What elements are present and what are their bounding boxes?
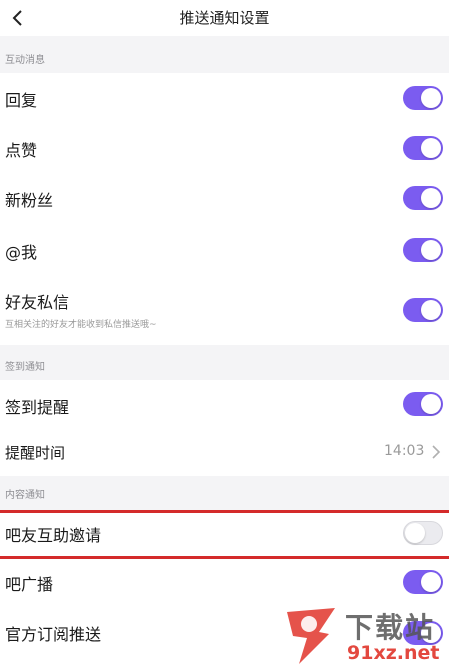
- new-fans-toggle[interactable]: [403, 186, 443, 210]
- chevron-right-icon: [432, 445, 441, 459]
- section-title: 内容通知: [5, 490, 45, 501]
- reminder-time-value: 14:03: [384, 443, 425, 459]
- setting-description: 互相关注的好友才能收到私信推送哦~: [5, 320, 157, 330]
- watermark-url: 91xz.net: [347, 642, 440, 664]
- setting-label: 点赞: [5, 141, 38, 160]
- setting-label: 官方订阅推送: [5, 625, 102, 644]
- bar-broadcast-toggle[interactable]: [403, 570, 443, 594]
- setting-row-bar-invite[interactable]: 吧友互助邀请: [0, 513, 449, 556]
- setting-row-like[interactable]: 点赞: [0, 123, 449, 173]
- watermark-title: 下载站: [345, 611, 436, 644]
- page-title: 推送通知设置: [179, 9, 270, 27]
- checkin-reminder-toggle[interactable]: [403, 392, 443, 416]
- section-title: 互动消息: [5, 55, 45, 66]
- toggle-knob: [421, 394, 441, 414]
- site-watermark: 下载站 91xz.net: [279, 604, 449, 668]
- toggle-knob: [405, 523, 425, 543]
- setting-row-reminder-time[interactable]: 提醒时间 14:03: [0, 428, 449, 476]
- setting-label: 回复: [5, 91, 38, 110]
- setting-row-reply[interactable]: 回复: [0, 73, 449, 123]
- setting-row-checkin-reminder[interactable]: 签到提醒: [0, 380, 449, 428]
- watermark-logo-icon: [287, 608, 335, 664]
- nav-header: 推送通知设置: [0, 0, 449, 36]
- setting-row-new-fans[interactable]: 新粉丝: [0, 173, 449, 223]
- mention-toggle[interactable]: [403, 238, 443, 262]
- setting-label: 提醒时间: [5, 444, 66, 462]
- section-title: 签到通知: [5, 362, 45, 373]
- toggle-knob: [421, 572, 441, 592]
- setting-label: 好友私信: [5, 293, 70, 312]
- toggle-knob: [421, 240, 441, 260]
- toggle-knob: [421, 300, 441, 320]
- section-header-interaction: 互动消息: [0, 36, 449, 73]
- toggle-knob: [421, 188, 441, 208]
- setting-row-friend-dm[interactable]: 好友私信 互相关注的好友才能收到私信推送哦~: [0, 275, 449, 345]
- section-header-checkin: 签到通知: [0, 345, 449, 380]
- toggle-knob: [421, 138, 441, 158]
- setting-label: 吧广播: [5, 575, 54, 594]
- bar-invite-toggle[interactable]: [403, 521, 443, 545]
- setting-label: 吧友互助邀请: [5, 526, 102, 545]
- setting-label: @我: [5, 243, 38, 262]
- section-header-content: 内容通知: [0, 476, 449, 510]
- setting-row-mention[interactable]: @我: [0, 223, 449, 275]
- toggle-knob: [421, 88, 441, 108]
- setting-row-bar-broadcast[interactable]: 吧广播: [0, 559, 449, 607]
- friend-dm-toggle[interactable]: [403, 298, 443, 322]
- reply-toggle[interactable]: [403, 86, 443, 110]
- setting-label: 新粉丝: [5, 191, 54, 210]
- setting-label: 签到提醒: [5, 398, 70, 417]
- like-toggle[interactable]: [403, 136, 443, 160]
